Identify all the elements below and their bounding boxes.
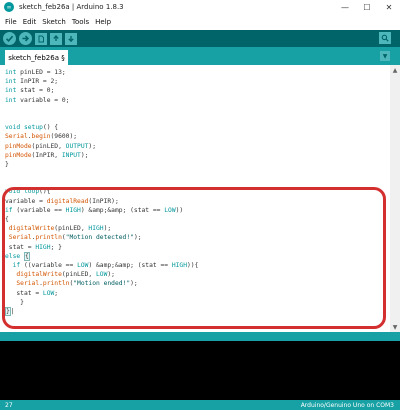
code-token: int	[5, 69, 17, 76]
minimize-button[interactable]: —	[334, 0, 356, 14]
status-bar: 27 Arduino/Genuino Uno on COM3	[0, 400, 400, 410]
editor-console-divider[interactable]	[0, 332, 400, 341]
new-icon	[38, 35, 44, 42]
line-number: 27	[5, 402, 13, 409]
scroll-down-icon[interactable]: ▼	[391, 323, 399, 331]
verify-button[interactable]	[3, 32, 16, 45]
open-icon	[53, 34, 59, 41]
code-token: int	[5, 78, 17, 86]
code-token: setup	[23, 124, 43, 132]
code-token: InPIR = 2;	[16, 78, 59, 86]
menu-help[interactable]: Help	[92, 18, 114, 26]
code-token: INPUT	[61, 151, 81, 159]
code-token: int	[5, 87, 17, 95]
code-token: );	[88, 142, 97, 150]
menu-edit[interactable]: Edit	[20, 18, 40, 26]
menu-sketch[interactable]: Sketch	[39, 18, 69, 26]
board-info: Arduino/Genuino Uno on COM3	[300, 402, 394, 409]
window-controls: — ☐ ✕	[334, 0, 400, 14]
tab-sketch[interactable]: sketch_feb26a §	[5, 50, 68, 65]
code-token: int	[5, 96, 17, 104]
scroll-up-icon[interactable]: ▲	[391, 66, 399, 74]
code-token: () {	[42, 124, 59, 132]
code-token: pinLED = 13;	[16, 69, 66, 76]
title-bar: ∞ sketch_feb26a | Arduino 1.8.3 — ☐ ✕	[0, 0, 400, 14]
code-line: pinMode(pinLED, OUTPUT);	[5, 142, 390, 151]
code-token: );	[80, 151, 89, 159]
code-line: int InPIR = 2;	[5, 77, 390, 86]
open-sketch-button[interactable]	[50, 32, 62, 45]
menu-tools[interactable]: Tools	[69, 18, 92, 26]
console-output	[0, 341, 400, 400]
upload-button[interactable]	[19, 32, 32, 45]
code-line: void setup() {	[5, 123, 390, 132]
tab-menu-button[interactable]: ▼	[380, 51, 390, 61]
code-token: (9600);	[50, 133, 78, 141]
code-token: Serial	[5, 133, 28, 141]
magnifier-icon	[381, 34, 389, 42]
code-token: stat = 0;	[16, 87, 55, 95]
code-line: int pinLED = 13;	[5, 68, 390, 77]
menu-bar: File Edit Sketch Tools Help	[0, 15, 400, 28]
close-button[interactable]: ✕	[378, 0, 400, 14]
upload-icon	[22, 35, 30, 42]
save-sketch-button[interactable]	[65, 32, 77, 45]
new-sketch-button[interactable]	[35, 32, 47, 45]
code-token: void	[5, 124, 21, 132]
save-icon	[68, 35, 74, 42]
arduino-logo-icon: ∞	[4, 2, 14, 12]
maximize-button[interactable]: ☐	[356, 0, 378, 14]
tab-bar: sketch_feb26a § ▼	[0, 47, 400, 65]
code-line: int stat = 0;	[5, 86, 390, 95]
code-token: (pinLED,	[31, 142, 66, 150]
chevron-down-icon: ▼	[382, 52, 388, 60]
code-line: Serial.begin(9600);	[5, 132, 390, 141]
verify-icon	[5, 35, 14, 42]
menu-file[interactable]: File	[0, 18, 20, 26]
code-token: (InPIR,	[31, 151, 62, 159]
code-token: OUTPUT	[65, 142, 89, 150]
code-line: int variable = 0;	[5, 96, 390, 105]
code-token: }	[5, 160, 9, 168]
highlight-annotation	[2, 187, 386, 329]
code-token: begin	[31, 133, 51, 141]
editor-scrollbar[interactable]: ▲ ▼	[390, 65, 400, 332]
toolbar	[0, 30, 400, 47]
window-title: sketch_feb26a | Arduino 1.8.3	[19, 3, 124, 11]
code-token: pinMode	[5, 151, 32, 159]
code-token: variable = 0;	[16, 96, 70, 104]
serial-monitor-button[interactable]	[379, 32, 391, 44]
code-token: pinMode	[5, 142, 32, 150]
code-line: }	[5, 160, 390, 169]
code-line: pinMode(InPIR, INPUT);	[5, 151, 390, 160]
